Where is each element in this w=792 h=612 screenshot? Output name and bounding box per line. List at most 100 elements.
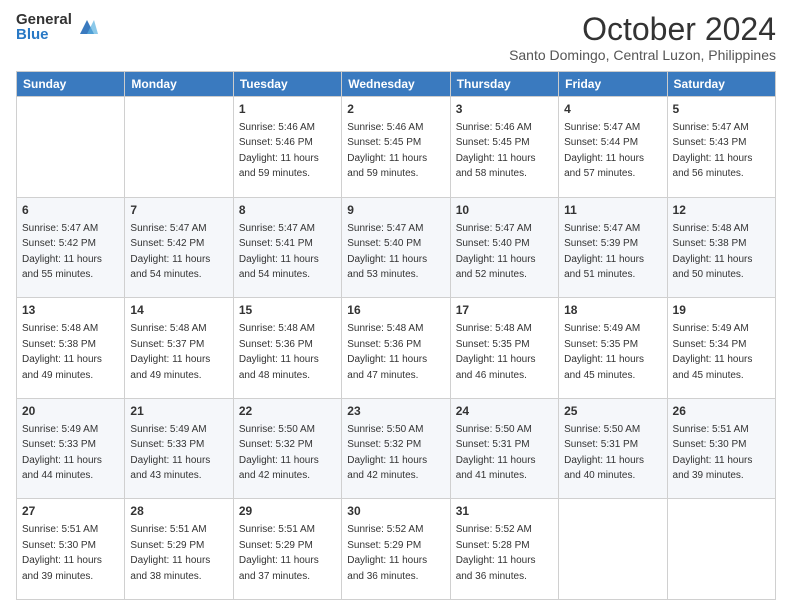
- day-number: 8: [239, 202, 336, 219]
- calendar-cell: 2Sunrise: 5:46 AMSunset: 5:45 PMDaylight…: [342, 97, 450, 198]
- day-info: Sunrise: 5:47 AMSunset: 5:42 PMDaylight:…: [22, 223, 102, 281]
- calendar-cell: 27 Sunrise: 5:51 AMSunset: 5:30 PMDayligh…: [17, 499, 125, 600]
- header: General Blue October 2024 Santo Domingo,…: [16, 12, 776, 63]
- col-wednesday: Wednesday: [342, 72, 450, 97]
- day-number: 15: [239, 302, 336, 319]
- day-number: 26: [673, 403, 770, 420]
- day-number: 23: [347, 403, 444, 420]
- day-number: 31: [456, 503, 553, 520]
- col-thursday: Thursday: [450, 72, 558, 97]
- day-number: 6: [22, 202, 119, 219]
- calendar-cell: 11Sunrise: 5:47 AMSunset: 5:39 PMDayligh…: [559, 197, 667, 298]
- day-number: 9: [347, 202, 444, 219]
- day-number: 4: [564, 101, 661, 118]
- calendar-cell: 6 Sunrise: 5:47 AMSunset: 5:42 PMDaylight…: [17, 197, 125, 298]
- calendar-cell: [667, 499, 775, 600]
- calendar-header-row: Sunday Monday Tuesday Wednesday Thursday…: [17, 72, 776, 97]
- calendar-cell: 17Sunrise: 5:48 AMSunset: 5:35 PMDayligh…: [450, 298, 558, 399]
- calendar-cell: 13 Sunrise: 5:48 AMSunset: 5:38 PMDayligh…: [17, 298, 125, 399]
- calendar-week-row: 20Sunrise: 5:49 AMSunset: 5:33 PMDayligh…: [17, 398, 776, 499]
- calendar-cell: 1 Sunrise: 5:46 AMSunset: 5:46 PMDaylight…: [233, 97, 341, 198]
- day-info: Sunrise: 5:47 AMSunset: 5:43 PMDaylight:…: [673, 122, 753, 180]
- day-number: 5: [673, 101, 770, 118]
- day-info: Sunrise: 5:48 AMSunset: 5:37 PMDaylight:…: [130, 323, 210, 381]
- day-info: Sunrise: 5:46 AMSunset: 5:46 PMDaylight:…: [239, 122, 319, 180]
- day-number: 25: [564, 403, 661, 420]
- day-info: Sunrise: 5:50 AMSunset: 5:31 PMDaylight:…: [564, 424, 644, 482]
- day-number: 28: [130, 503, 227, 520]
- day-info: Sunrise: 5:49 AMSunset: 5:35 PMDaylight:…: [564, 323, 644, 381]
- day-info: Sunrise: 5:50 AMSunset: 5:32 PMDaylight:…: [347, 424, 427, 482]
- calendar-cell: 15 Sunrise: 5:48 AMSunset: 5:36 PMDayligh…: [233, 298, 341, 399]
- col-saturday: Saturday: [667, 72, 775, 97]
- day-number: 14: [130, 302, 227, 319]
- month-title: October 2024: [509, 12, 776, 47]
- calendar-week-row: 27 Sunrise: 5:51 AMSunset: 5:30 PMDayligh…: [17, 499, 776, 600]
- day-number: 19: [673, 302, 770, 319]
- day-number: 29: [239, 503, 336, 520]
- day-info: Sunrise: 5:51 AMSunset: 5:29 PMDaylight:…: [239, 524, 319, 582]
- calendar-cell: 29 Sunrise: 5:51 AMSunset: 5:29 PMDayligh…: [233, 499, 341, 600]
- logo-blue: Blue: [16, 27, 72, 42]
- day-info: Sunrise: 5:49 AMSunset: 5:34 PMDaylight:…: [673, 323, 753, 381]
- col-sunday: Sunday: [17, 72, 125, 97]
- day-number: 17: [456, 302, 553, 319]
- day-info: Sunrise: 5:47 AMSunset: 5:39 PMDaylight:…: [564, 223, 644, 281]
- day-info: Sunrise: 5:47 AMSunset: 5:40 PMDaylight:…: [347, 223, 427, 281]
- day-info: Sunrise: 5:47 AMSunset: 5:44 PMDaylight:…: [564, 122, 644, 180]
- day-number: 13: [22, 302, 119, 319]
- page: General Blue October 2024 Santo Domingo,…: [0, 0, 792, 612]
- calendar-cell: [17, 97, 125, 198]
- day-info: Sunrise: 5:49 AMSunset: 5:33 PMDaylight:…: [22, 424, 102, 482]
- day-info: Sunrise: 5:50 AMSunset: 5:32 PMDaylight:…: [239, 424, 319, 482]
- calendar-cell: 20Sunrise: 5:49 AMSunset: 5:33 PMDayligh…: [17, 398, 125, 499]
- calendar-cell: 19 Sunrise: 5:49 AMSunset: 5:34 PMDayligh…: [667, 298, 775, 399]
- day-info: Sunrise: 5:47 AMSunset: 5:40 PMDaylight:…: [456, 223, 536, 281]
- calendar-week-row: 13 Sunrise: 5:48 AMSunset: 5:38 PMDayligh…: [17, 298, 776, 399]
- day-info: Sunrise: 5:47 AMSunset: 5:42 PMDaylight:…: [130, 223, 210, 281]
- calendar-cell: 23 Sunrise: 5:50 AMSunset: 5:32 PMDayligh…: [342, 398, 450, 499]
- day-number: 18: [564, 302, 661, 319]
- calendar-cell: 14 Sunrise: 5:48 AMSunset: 5:37 PMDayligh…: [125, 298, 233, 399]
- day-info: Sunrise: 5:51 AMSunset: 5:30 PMDaylight:…: [22, 524, 102, 582]
- day-number: 3: [456, 101, 553, 118]
- day-info: Sunrise: 5:48 AMSunset: 5:36 PMDaylight:…: [347, 323, 427, 381]
- calendar-week-row: 6 Sunrise: 5:47 AMSunset: 5:42 PMDaylight…: [17, 197, 776, 298]
- logo: General Blue: [16, 12, 98, 42]
- location: Santo Domingo, Central Luzon, Philippine…: [509, 47, 776, 63]
- day-number: 7: [130, 202, 227, 219]
- logo-icon: [76, 16, 98, 38]
- calendar-cell: 21Sunrise: 5:49 AMSunset: 5:33 PMDayligh…: [125, 398, 233, 499]
- calendar-cell: 22Sunrise: 5:50 AMSunset: 5:32 PMDayligh…: [233, 398, 341, 499]
- logo-general: General: [16, 12, 72, 27]
- calendar-week-row: 1 Sunrise: 5:46 AMSunset: 5:46 PMDaylight…: [17, 97, 776, 198]
- col-monday: Monday: [125, 72, 233, 97]
- calendar-cell: 8Sunrise: 5:47 AMSunset: 5:41 PMDaylight…: [233, 197, 341, 298]
- col-tuesday: Tuesday: [233, 72, 341, 97]
- day-number: 10: [456, 202, 553, 219]
- calendar-cell: 25 Sunrise: 5:50 AMSunset: 5:31 PMDayligh…: [559, 398, 667, 499]
- calendar-cell: 16Sunrise: 5:48 AMSunset: 5:36 PMDayligh…: [342, 298, 450, 399]
- calendar-table: Sunday Monday Tuesday Wednesday Thursday…: [16, 71, 776, 600]
- day-info: Sunrise: 5:51 AMSunset: 5:29 PMDaylight:…: [130, 524, 210, 582]
- calendar-cell: 30Sunrise: 5:52 AMSunset: 5:29 PMDayligh…: [342, 499, 450, 600]
- day-info: Sunrise: 5:51 AMSunset: 5:30 PMDaylight:…: [673, 424, 753, 482]
- calendar-cell: 9 Sunrise: 5:47 AMSunset: 5:40 PMDaylight…: [342, 197, 450, 298]
- calendar-cell: 4 Sunrise: 5:47 AMSunset: 5:44 PMDaylight…: [559, 97, 667, 198]
- col-friday: Friday: [559, 72, 667, 97]
- day-info: Sunrise: 5:48 AMSunset: 5:38 PMDaylight:…: [22, 323, 102, 381]
- day-number: 21: [130, 403, 227, 420]
- day-number: 1: [239, 101, 336, 118]
- calendar-cell: 26 Sunrise: 5:51 AMSunset: 5:30 PMDayligh…: [667, 398, 775, 499]
- day-number: 27: [22, 503, 119, 520]
- calendar-cell: 5 Sunrise: 5:47 AMSunset: 5:43 PMDaylight…: [667, 97, 775, 198]
- calendar-cell: 3 Sunrise: 5:46 AMSunset: 5:45 PMDaylight…: [450, 97, 558, 198]
- day-info: Sunrise: 5:46 AMSunset: 5:45 PMDaylight:…: [456, 122, 536, 180]
- day-number: 30: [347, 503, 444, 520]
- calendar-cell: 10 Sunrise: 5:47 AMSunset: 5:40 PMDayligh…: [450, 197, 558, 298]
- logo-text: General Blue: [16, 12, 72, 42]
- day-number: 2: [347, 101, 444, 118]
- calendar-cell: 24Sunrise: 5:50 AMSunset: 5:31 PMDayligh…: [450, 398, 558, 499]
- calendar-cell: 7 Sunrise: 5:47 AMSunset: 5:42 PMDaylight…: [125, 197, 233, 298]
- day-info: Sunrise: 5:48 AMSunset: 5:36 PMDaylight:…: [239, 323, 319, 381]
